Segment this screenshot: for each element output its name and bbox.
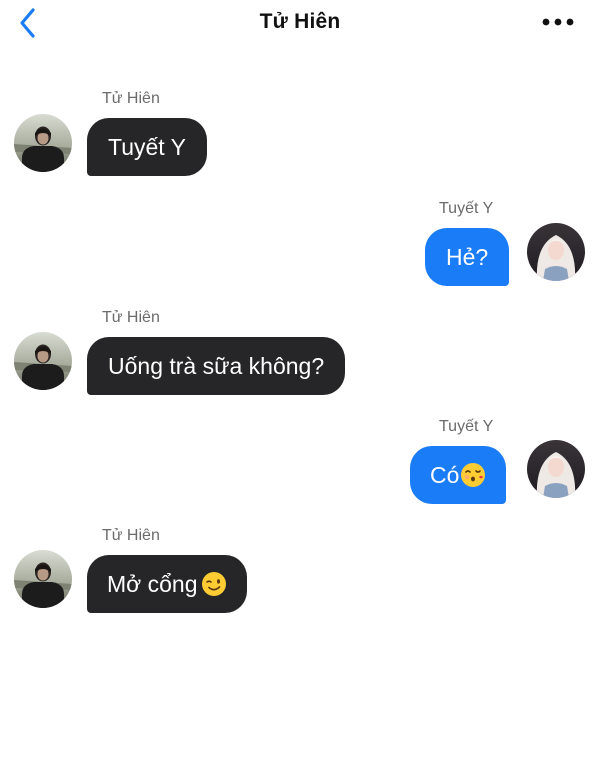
more-horizontal-icon (542, 18, 574, 26)
sender-name: Tử Hiên (102, 309, 160, 326)
message-bubble[interactable]: Mở cổng (87, 555, 247, 613)
avatar-tu-hien[interactable] (14, 332, 72, 390)
avatar-tuyet-y[interactable] (527, 223, 585, 281)
sender-name: Tử Hiên (102, 527, 160, 544)
message-bubble[interactable]: Uống trà sữa không? (87, 337, 346, 395)
sender-name: Tuyết Y (439, 200, 494, 217)
avatar-tuyet-y[interactable] (527, 440, 585, 498)
chat-header: Tử Hiên (0, 0, 600, 46)
avatar-tu-hien[interactable] (14, 114, 72, 172)
sender-name: Tử Hiên (102, 90, 160, 107)
winking-face-emoji (201, 572, 226, 596)
message-bubble[interactable]: Hẻ? (425, 228, 510, 286)
page-title: Tử Hiên (259, 10, 341, 33)
message-text: Mở cổng (107, 571, 198, 597)
more-options-button[interactable] (542, 14, 574, 30)
chat-screen: Tử Hiên Tử Hiên Tuyết Y Tuyết Y Hẻ? Tử H… (0, 0, 600, 769)
kissing-face-emoji (461, 463, 486, 487)
message-bubble[interactable]: Tuyết Y (87, 118, 207, 176)
message-bubble[interactable]: Có (410, 446, 507, 504)
sender-name: Tuyết Y (439, 418, 494, 435)
message-text: Có (430, 462, 460, 488)
avatar-tu-hien[interactable] (14, 550, 72, 608)
